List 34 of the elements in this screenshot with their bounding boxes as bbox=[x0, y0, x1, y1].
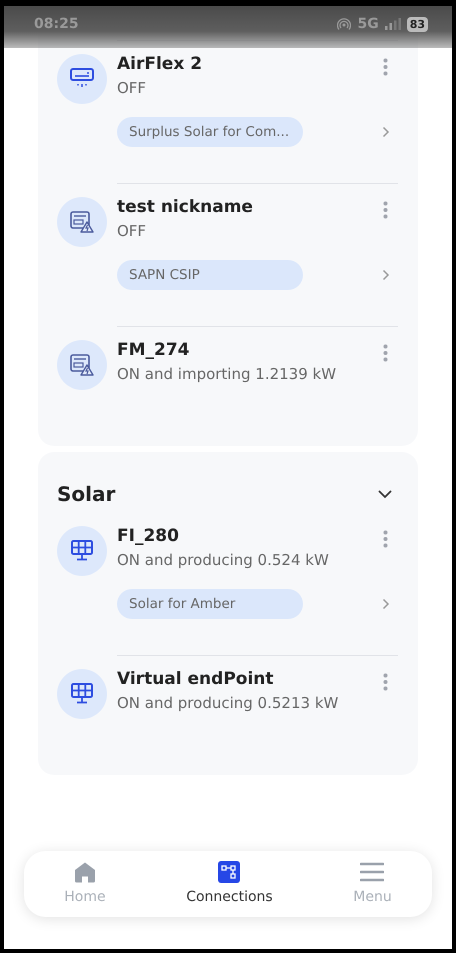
device-status: OFF bbox=[117, 79, 148, 97]
chevron-down-icon[interactable] bbox=[378, 490, 392, 498]
nav-tab[interactable]: Connections bbox=[178, 861, 281, 905]
home-icon bbox=[74, 861, 96, 883]
schedule-tag[interactable]: Solar for Amber bbox=[117, 589, 303, 619]
menu-icon bbox=[360, 861, 384, 883]
more-options-icon[interactable] bbox=[383, 673, 388, 691]
more-options-icon[interactable] bbox=[383, 201, 388, 219]
device-name: FM_274 bbox=[117, 340, 191, 360]
group-title: Solar bbox=[57, 482, 116, 506]
chevron-right-icon[interactable] bbox=[382, 598, 390, 610]
battery-level: 83 bbox=[406, 16, 428, 32]
more-options-icon[interactable] bbox=[383, 58, 388, 76]
signal-icon bbox=[384, 18, 401, 30]
device-name: FI_280 bbox=[117, 526, 180, 546]
status-time: 08:25 bbox=[34, 16, 79, 32]
meter-icon bbox=[69, 352, 95, 378]
device-status: OFF bbox=[117, 222, 148, 240]
device-status: ON and producing 0.524 kW bbox=[117, 551, 329, 569]
device-name: test nickname bbox=[117, 197, 253, 217]
device-status: ON and producing 0.5213 kW bbox=[117, 694, 338, 712]
schedule-tag[interactable]: SAPN CSIP bbox=[117, 260, 303, 290]
connections-icon bbox=[218, 861, 240, 883]
meter-icon bbox=[69, 209, 95, 235]
more-options-icon[interactable] bbox=[383, 530, 388, 548]
schedule-tag[interactable]: Surplus Solar for Com... bbox=[117, 117, 303, 147]
network-label: 5G bbox=[357, 16, 379, 32]
device-name: AirFlex 2 bbox=[117, 54, 202, 74]
device-status: ON and importing 1.2139 kW bbox=[117, 365, 336, 383]
hotspot-icon bbox=[337, 17, 352, 31]
device-name: Virtual endPoint bbox=[117, 669, 275, 689]
chevron-right-icon[interactable] bbox=[382, 126, 390, 138]
more-options-icon[interactable] bbox=[383, 344, 388, 362]
chevron-right-icon[interactable] bbox=[382, 269, 390, 281]
